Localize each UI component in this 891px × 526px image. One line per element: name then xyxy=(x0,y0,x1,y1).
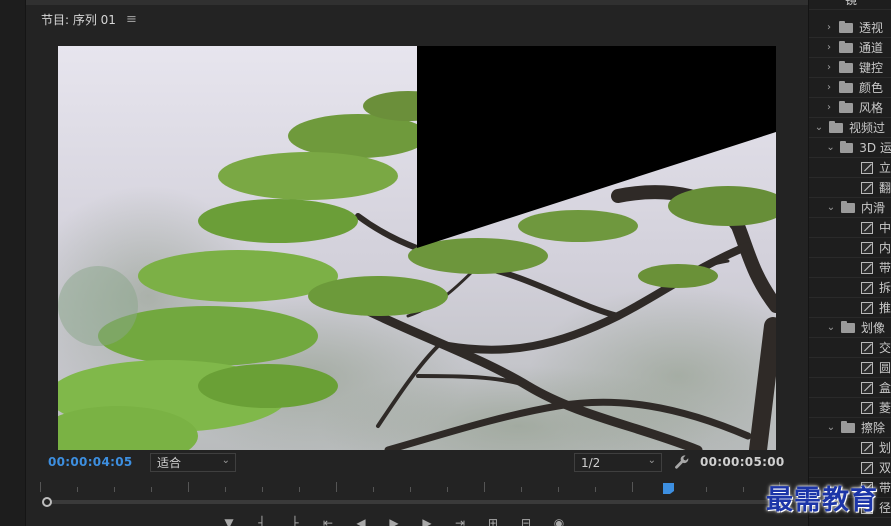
effects-folder[interactable]: › 风格 xyxy=(809,98,891,118)
zoom-fit-value: 适合 xyxy=(157,456,182,470)
scrub-handle[interactable] xyxy=(42,497,52,507)
chevron-down-icon[interactable]: ⌄ xyxy=(825,422,837,433)
zoom-fit-select[interactable]: 适合 ⌄ xyxy=(150,453,236,472)
monitor-top-border xyxy=(26,0,808,5)
transition-icon xyxy=(861,301,873,314)
effects-panel: 镜 › 透视 › 通道 › 键控 › 颜色 › 风格 ⌄ 视频过 ⌄ 3D 运 … xyxy=(808,0,891,526)
effect-item[interactable]: 带 xyxy=(809,258,891,278)
folder-icon xyxy=(841,200,855,213)
go-to-out-button[interactable]: ⇥ xyxy=(453,516,467,526)
transition-icon xyxy=(861,281,873,294)
effect-item[interactable]: 拆 xyxy=(809,278,891,298)
chevron-right-icon[interactable]: › xyxy=(823,22,835,33)
current-timecode[interactable]: 00:00:04:05 xyxy=(48,455,133,469)
chevron-right-icon[interactable]: › xyxy=(823,82,835,93)
effect-item[interactable]: 双 xyxy=(809,458,891,478)
transition-icon xyxy=(861,181,873,194)
effect-item[interactable]: 交 xyxy=(809,338,891,358)
watermark-logo: 最需教育 xyxy=(766,485,878,516)
transition-icon xyxy=(861,461,873,474)
chevron-right-icon[interactable]: › xyxy=(823,42,835,53)
transition-icon xyxy=(861,261,873,274)
folder-icon xyxy=(841,420,855,433)
effects-folder[interactable]: ⌄ 视频过 xyxy=(809,118,891,138)
export-frame-button[interactable]: ◉ xyxy=(552,516,566,526)
chevron-down-icon[interactable]: ⌄ xyxy=(825,142,836,153)
chevron-right-icon[interactable]: › xyxy=(823,102,835,113)
folder-icon xyxy=(839,60,853,73)
step-forward-button[interactable]: ▶ xyxy=(420,516,434,526)
overwrite-button[interactable]: ⊟ xyxy=(519,516,533,526)
effects-folder[interactable]: › 键控 xyxy=(809,58,891,78)
folder-icon xyxy=(839,40,853,53)
effect-item[interactable]: 划 xyxy=(809,438,891,458)
effects-folder[interactable]: › 颜色 xyxy=(809,78,891,98)
effect-item[interactable]: 内 xyxy=(809,238,891,258)
chevron-down-icon[interactable]: ⌄ xyxy=(813,122,825,133)
go-to-in-point-button[interactable]: ⇤ xyxy=(321,516,335,526)
video-frame xyxy=(58,46,776,450)
play-button[interactable]: ▶ xyxy=(387,516,401,526)
folder-icon xyxy=(829,120,843,133)
chevron-down-icon[interactable]: ⌄ xyxy=(825,322,837,333)
scrub-bar[interactable] xyxy=(44,500,780,504)
effect-item[interactable]: 盒 xyxy=(809,378,891,398)
hamburger-icon[interactable]: ≡ xyxy=(126,12,137,27)
mark-in-button[interactable]: ▼ xyxy=(222,516,236,526)
panel-title: 节目: 序列 01 xyxy=(41,12,116,27)
effect-item[interactable]: 推 xyxy=(809,298,891,318)
video-viewer[interactable] xyxy=(58,46,776,450)
transition-icon xyxy=(861,441,873,454)
effect-item[interactable]: 圆 xyxy=(809,358,891,378)
effects-folder[interactable]: ⌄ 3D 运 xyxy=(809,138,891,158)
folder-icon xyxy=(839,20,853,33)
chevron-right-icon[interactable]: › xyxy=(823,62,835,73)
duration-timecode: 00:00:05:00 xyxy=(700,455,785,469)
folder-icon xyxy=(839,100,853,113)
effects-folder[interactable]: ⌄ 内滑 xyxy=(809,198,891,218)
effect-item[interactable]: 立 xyxy=(809,158,891,178)
transition-icon xyxy=(861,161,873,174)
folder-icon xyxy=(841,320,855,333)
transition-icon xyxy=(861,381,873,394)
chevron-down-icon: ⌄ xyxy=(221,455,230,466)
wrench-icon[interactable] xyxy=(673,453,691,471)
effects-list-item[interactable]: 镜 xyxy=(809,0,891,10)
step-back-button[interactable]: ◀ xyxy=(354,516,368,526)
transition-icon xyxy=(861,241,873,254)
insert-button[interactable]: ⊞ xyxy=(486,516,500,526)
go-to-in-button[interactable]: ├ xyxy=(288,516,302,526)
playback-resolution-value: 1/2 xyxy=(581,455,601,470)
mark-out-button[interactable]: ┤ xyxy=(255,516,269,526)
playhead-icon[interactable] xyxy=(662,482,675,495)
effect-item[interactable]: 中 xyxy=(809,218,891,238)
chevron-down-icon[interactable]: ⌄ xyxy=(825,202,837,213)
transition-icon xyxy=(861,341,873,354)
effects-folder[interactable]: ⌄ 划像 xyxy=(809,318,891,338)
transition-icon xyxy=(861,401,873,414)
effect-item[interactable]: 翻 xyxy=(809,178,891,198)
transition-icon xyxy=(861,221,873,234)
effects-folder[interactable]: › 透视 xyxy=(809,18,891,38)
effects-folder[interactable]: ⌄ 擦除 xyxy=(809,418,891,438)
transport-controls: ▼ ┤ ├ ⇤ ◀ ▶ ▶ ⇥ ⊞ ⊟ ◉ xyxy=(222,516,566,526)
program-monitor: 节目: 序列 01 ≡ 00:00:04:05 适合 ⌄ 1/2 ⌄ 00:00… xyxy=(26,0,808,526)
playback-resolution-select[interactable]: 1/2 ⌄ xyxy=(574,453,662,472)
folder-icon xyxy=(839,80,853,93)
transition-icon xyxy=(861,361,873,374)
panel-tab[interactable]: 节目: 序列 01 ≡ xyxy=(41,10,137,28)
folder-icon xyxy=(840,140,854,153)
chevron-down-icon: ⌄ xyxy=(647,455,656,466)
effect-item[interactable]: 菱 xyxy=(809,398,891,418)
effects-folder[interactable]: › 通道 xyxy=(809,38,891,58)
left-panel-strip xyxy=(0,0,26,526)
